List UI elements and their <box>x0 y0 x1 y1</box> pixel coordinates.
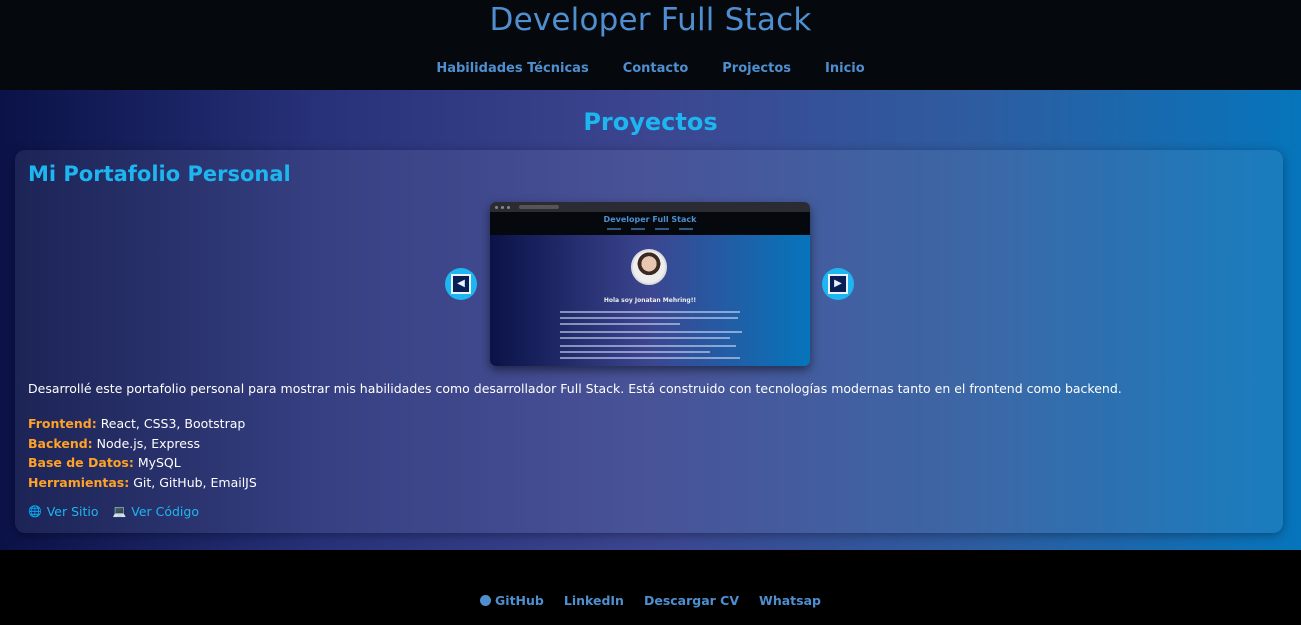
tech-backend: Backend: Node.js, Express <box>28 435 201 451</box>
screenshot-header: Developer Full Stack <box>490 212 810 235</box>
tech-database: Base de Datos: MySQL <box>28 455 181 470</box>
site-title: Developer Full Stack <box>489 2 812 38</box>
github-icon <box>480 594 492 606</box>
avatar <box>631 249 667 285</box>
tech-frontend: Frontend: React, CSS3, Bootstrap <box>28 416 246 431</box>
view-code-link[interactable]: 💻 Ver Código <box>113 504 199 519</box>
project-card: Mi Portafolio Personal ◀ Developer Full … <box>15 150 1283 533</box>
carousel-prev-button[interactable]: ◀ <box>445 268 477 300</box>
carousel-next-button[interactable]: ▶ <box>822 268 854 300</box>
footer-github-link[interactable]: GitHub <box>480 593 544 608</box>
arrow-left-icon: ◀ <box>451 274 471 294</box>
project-title: Mi Portafolio Personal <box>28 162 291 186</box>
tech-tools: Herramientas: Git, GitHub, EmailJS <box>28 474 257 490</box>
section-title: Proyectos <box>583 108 718 136</box>
footer-linkedin-link[interactable]: LinkedIn <box>564 593 624 608</box>
nav-projects[interactable]: Projectos <box>722 61 791 76</box>
project-screenshot: Developer Full Stack Hola soy Jonatan Me… <box>490 202 810 366</box>
screenshot-title: Developer Full Stack <box>603 215 697 224</box>
screenshot-greeting: Hola soy Jonatan Mehring!! <box>603 297 697 304</box>
view-site-link[interactable]: 🌐 Ver Sitio <box>28 504 99 519</box>
projects-section: Proyectos Mi Portafolio Personal ◀ Devel… <box>0 90 1301 550</box>
screenshot-body: Hola soy Jonatan Mehring!! <box>490 235 810 366</box>
globe-icon: 🌐 <box>28 505 42 518</box>
footer-cv-link[interactable]: Descargar CV <box>644 593 739 608</box>
browser-bar <box>490 202 810 212</box>
tech-list: Frontend: React, CSS3, Bootstrap Backend… <box>28 414 257 492</box>
nav-home[interactable]: Inicio <box>825 61 865 76</box>
main-nav: Habilidades Técnicas Contacto Projectos … <box>0 61 1301 76</box>
footer-whatsapp-link[interactable]: Whatsap <box>759 593 821 608</box>
site-header: Developer Full Stack Habilidades Técnica… <box>0 0 1301 90</box>
nav-skills[interactable]: Habilidades Técnicas <box>436 61 588 76</box>
project-description: Desarrollé este portafolio personal para… <box>28 381 1122 396</box>
project-links: 🌐 Ver Sitio 💻 Ver Código <box>28 504 199 519</box>
laptop-icon: 💻 <box>112 505 127 518</box>
arrow-right-icon: ▶ <box>828 274 848 294</box>
site-footer: GitHub LinkedIn Descargar CV Whatsap <box>0 550 1301 625</box>
nav-contact[interactable]: Contacto <box>623 61 689 76</box>
